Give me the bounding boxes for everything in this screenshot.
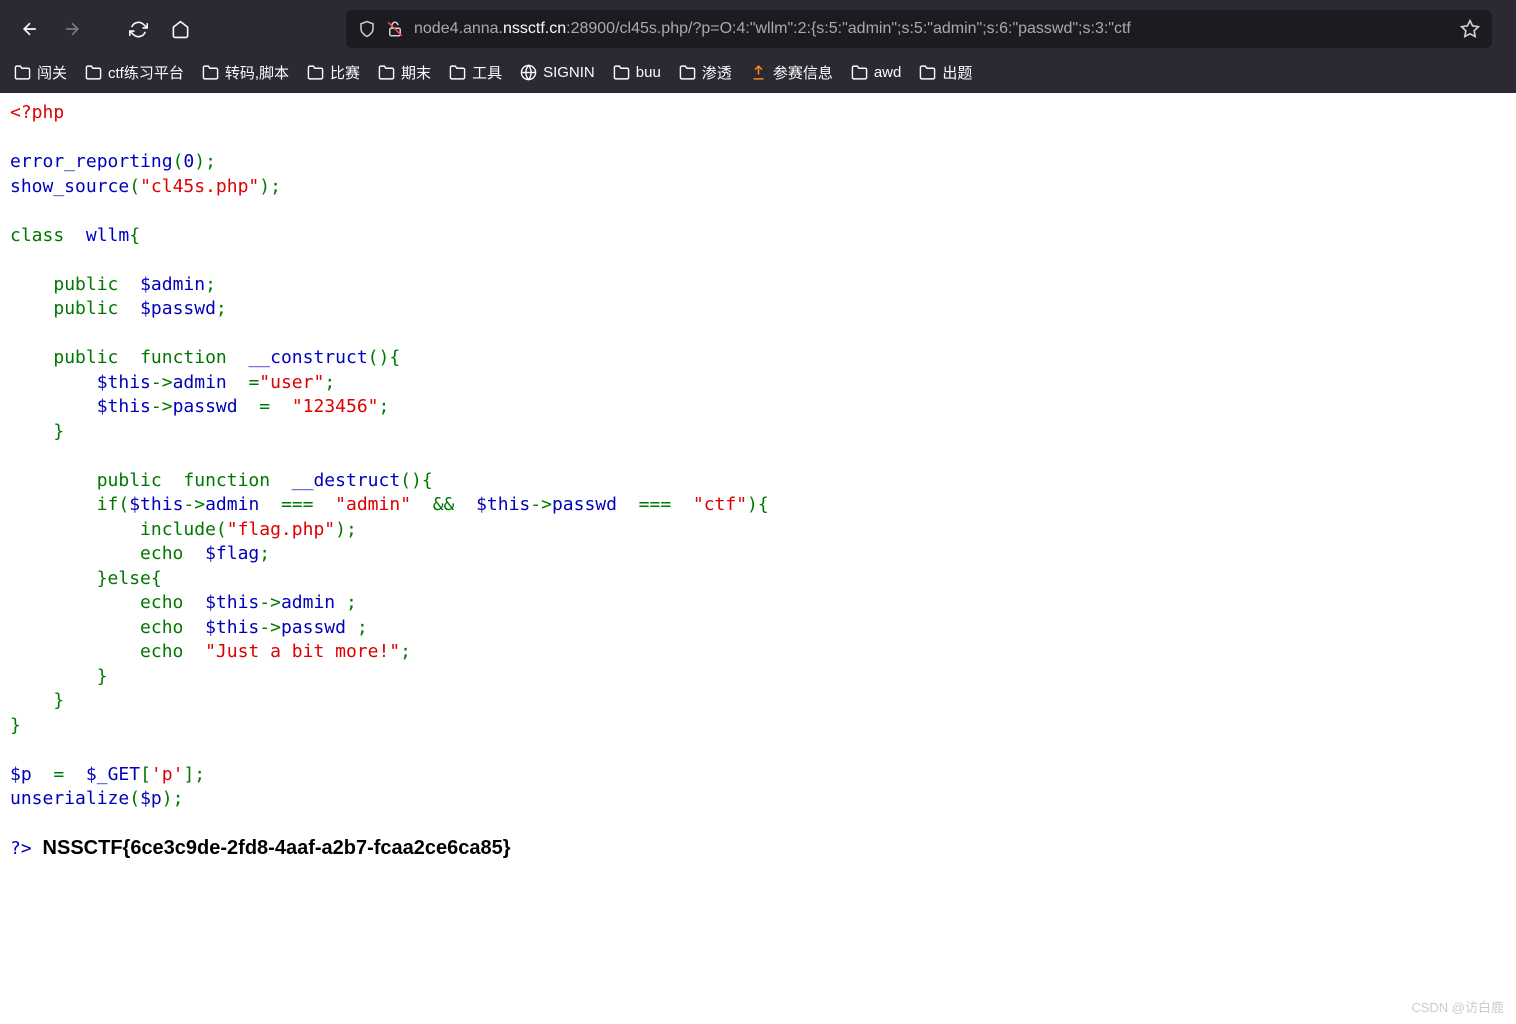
bookmark-item[interactable]: 出题: [919, 62, 972, 83]
flag-output: NSSCTF{6ce3c9de-2fd8-4aaf-a2b7-fcaa2ce6c…: [43, 837, 511, 859]
bookmark-item[interactable]: 期末: [378, 62, 431, 83]
arrow-right-icon: [62, 19, 82, 39]
back-button[interactable]: [14, 13, 46, 45]
bookmark-bar: 闯关 ctf练习平台 转码,脚本 比赛 期末 工具 SIGNIN buu 渗透 …: [0, 58, 1516, 93]
url-text: node4.anna.nssctf.cn:28900/cl45s.php/?p=…: [414, 20, 1450, 38]
page-content: <?php error_reporting(0); show_source("c…: [0, 93, 1516, 882]
reload-button[interactable]: [122, 13, 154, 45]
home-button[interactable]: [164, 13, 196, 45]
bookmark-item[interactable]: ctf练习平台: [85, 62, 184, 83]
folder-icon: [851, 64, 868, 81]
folder-icon: [449, 64, 466, 81]
folder-icon: [679, 64, 696, 81]
star-icon[interactable]: [1460, 19, 1480, 39]
folder-icon: [378, 64, 395, 81]
upload-icon: [750, 64, 767, 81]
bookmark-item[interactable]: SIGNIN: [520, 64, 595, 81]
bookmark-item[interactable]: 工具: [449, 62, 502, 83]
nav-row: node4.anna.nssctf.cn:28900/cl45s.php/?p=…: [0, 0, 1516, 58]
bookmark-item[interactable]: 闯关: [14, 62, 67, 83]
php-source: <?php error_reporting(0); show_source("c…: [10, 101, 1506, 862]
forward-button[interactable]: [56, 13, 88, 45]
reload-icon: [129, 20, 148, 39]
browser-chrome: node4.anna.nssctf.cn:28900/cl45s.php/?p=…: [0, 0, 1516, 93]
shield-icon: [358, 20, 376, 38]
bookmark-item[interactable]: buu: [613, 64, 661, 81]
bookmark-item[interactable]: awd: [851, 64, 902, 81]
arrow-left-icon: [20, 19, 40, 39]
bookmark-item[interactable]: 渗透: [679, 62, 732, 83]
globe-icon: [520, 64, 537, 81]
home-icon: [171, 20, 190, 39]
folder-icon: [613, 64, 630, 81]
bookmark-item[interactable]: 转码,脚本: [202, 62, 289, 83]
bookmark-item[interactable]: 比赛: [307, 62, 360, 83]
bookmark-item[interactable]: 参赛信息: [750, 62, 833, 83]
folder-icon: [919, 64, 936, 81]
folder-icon: [85, 64, 102, 81]
url-bar[interactable]: node4.anna.nssctf.cn:28900/cl45s.php/?p=…: [346, 10, 1492, 48]
lock-insecure-icon: [386, 20, 404, 38]
watermark: CSDN @访白鹿: [1411, 997, 1504, 1016]
folder-icon: [202, 64, 219, 81]
folder-icon: [307, 64, 324, 81]
folder-icon: [14, 64, 31, 81]
